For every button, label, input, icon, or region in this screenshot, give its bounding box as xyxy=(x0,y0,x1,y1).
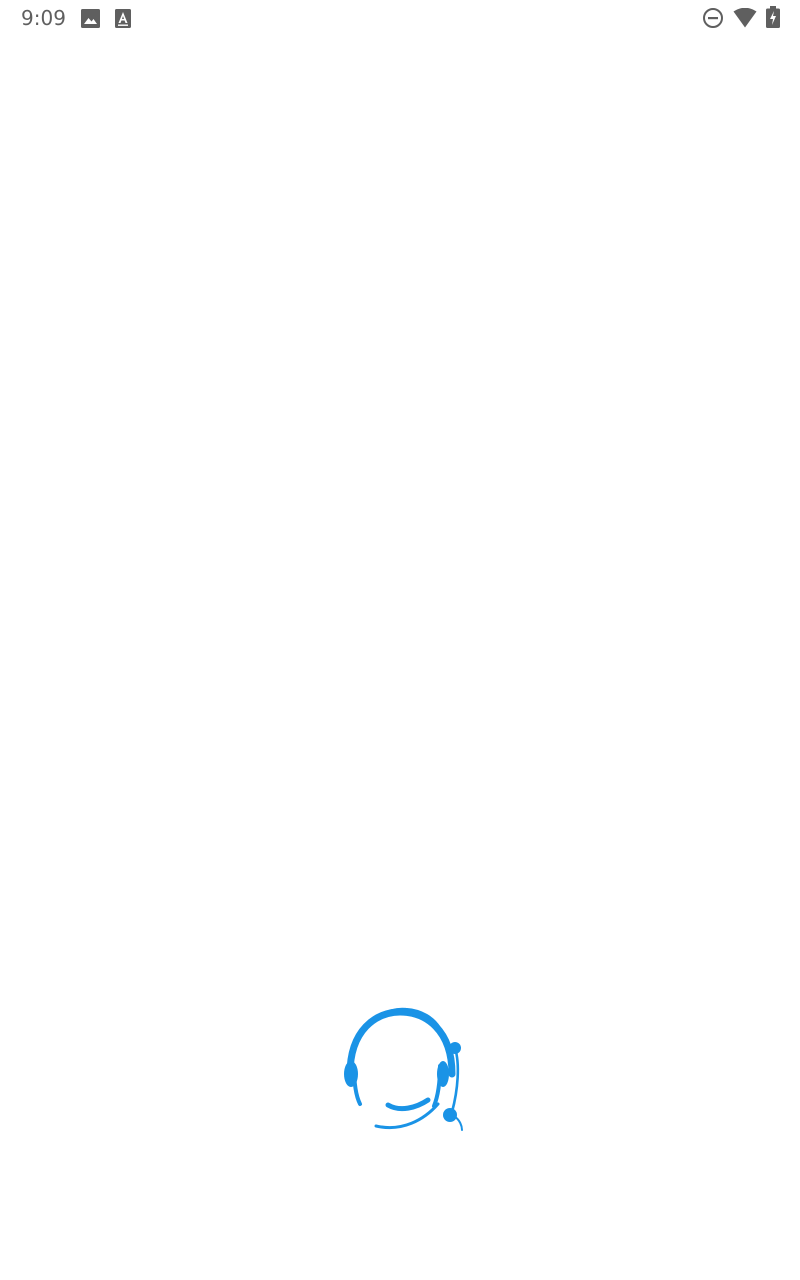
status-bar: 9:09 xyxy=(0,0,800,36)
do-not-disturb-icon xyxy=(703,8,723,28)
splash-screen: 9:09 xyxy=(0,0,800,1280)
battery-charging-icon xyxy=(766,6,780,28)
image-icon xyxy=(81,9,100,28)
headset-agent-icon xyxy=(344,1007,463,1131)
wifi-icon xyxy=(733,8,757,28)
text-icon xyxy=(115,9,131,28)
status-time: 9:09 xyxy=(21,6,66,30)
